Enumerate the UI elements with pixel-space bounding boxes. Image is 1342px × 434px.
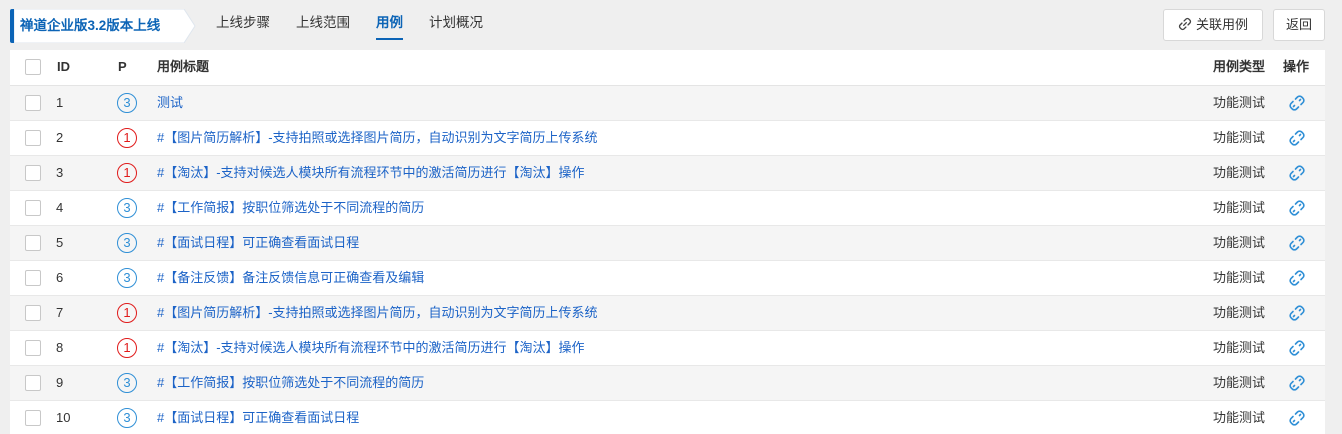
priority-badge: 1 bbox=[117, 338, 137, 358]
row-checkbox[interactable] bbox=[25, 375, 41, 391]
release-title-tag: 禅道企业版3.2版本上线 bbox=[10, 9, 196, 43]
case-type: 功能测试 bbox=[1213, 410, 1266, 425]
case-type: 功能测试 bbox=[1213, 130, 1266, 145]
case-id: 3 bbox=[56, 165, 64, 180]
link-case-label: 关联用例 bbox=[1195, 17, 1248, 32]
row-checkbox[interactable] bbox=[25, 340, 41, 356]
unlink-icon[interactable] bbox=[1288, 269, 1306, 290]
case-title-link[interactable]: #【图片简历解析】-支持拍照或选择图片简历，自动识别为文字简历上传系统 bbox=[157, 121, 598, 155]
tab-steps[interactable]: 上线步骤 bbox=[216, 0, 270, 50]
column-action: 操作 bbox=[1283, 59, 1310, 74]
row-checkbox[interactable] bbox=[25, 235, 41, 251]
unlink-icon[interactable] bbox=[1288, 199, 1306, 220]
column-id[interactable]: ID bbox=[57, 50, 70, 84]
table-row[interactable]: 10 3 #【面试日程】可正确查看面试日程 功能测试 bbox=[10, 401, 1325, 434]
case-id: 5 bbox=[56, 235, 64, 250]
column-priority[interactable]: P bbox=[118, 50, 127, 84]
unlink-icon[interactable] bbox=[1288, 374, 1306, 395]
case-table: ID P 用例标题 用例类型 操作 1 3 测试 功能测试 2 1 #【图片简历解析】-支持… bbox=[10, 50, 1325, 434]
row-checkbox[interactable] bbox=[25, 165, 41, 181]
link-icon bbox=[1178, 17, 1192, 31]
priority-badge: 3 bbox=[117, 233, 137, 253]
table-row[interactable]: 3 1 #【淘汰】-支持对候选人模块所有流程环节中的激活简历进行【淘汰】操作 功能测试 bbox=[10, 156, 1325, 191]
priority-badge: 3 bbox=[117, 373, 137, 393]
row-checkbox[interactable] bbox=[25, 270, 41, 286]
case-type: 功能测试 bbox=[1213, 375, 1266, 390]
tab-plan-overview[interactable]: 计划概况 bbox=[429, 0, 483, 50]
case-title-link[interactable]: 测试 bbox=[157, 86, 183, 120]
priority-badge: 1 bbox=[117, 128, 137, 148]
table-row[interactable]: 8 1 #【淘汰】-支持对候选人模块所有流程环节中的激活简历进行【淘汰】操作 功能测试 bbox=[10, 331, 1325, 366]
unlink-icon[interactable] bbox=[1288, 164, 1306, 185]
release-title: 禅道企业版3.2版本上线 bbox=[20, 18, 161, 33]
table-row[interactable]: 2 1 #【图片简历解析】-支持拍照或选择图片简历，自动识别为文字简历上传系统 功能测… bbox=[10, 121, 1325, 156]
row-checkbox[interactable] bbox=[25, 130, 41, 146]
priority-badge: 3 bbox=[117, 268, 137, 288]
row-checkbox[interactable] bbox=[25, 305, 41, 321]
row-checkbox[interactable] bbox=[25, 200, 41, 216]
select-all-checkbox[interactable] bbox=[25, 59, 41, 75]
priority-badge: 1 bbox=[117, 303, 137, 323]
tab-cases[interactable]: 用例 bbox=[376, 0, 403, 50]
case-type: 功能测试 bbox=[1213, 95, 1266, 110]
case-title-link[interactable]: #【备注反馈】备注反馈信息可正确查看及编辑 bbox=[157, 261, 424, 295]
priority-badge: 3 bbox=[117, 408, 137, 428]
table-header-row: ID P 用例标题 用例类型 操作 bbox=[10, 50, 1325, 86]
case-id: 2 bbox=[56, 130, 64, 145]
priority-badge: 1 bbox=[117, 163, 137, 183]
row-checkbox[interactable] bbox=[25, 410, 41, 426]
back-button[interactable]: 返回 bbox=[1273, 9, 1325, 41]
unlink-icon[interactable] bbox=[1288, 94, 1306, 115]
link-case-button[interactable]: 关联用例 bbox=[1163, 9, 1263, 41]
case-title-link[interactable]: #【淘汰】-支持对候选人模块所有流程环节中的激活简历进行【淘汰】操作 bbox=[157, 156, 585, 190]
table-row[interactable]: 5 3 #【面试日程】可正确查看面试日程 功能测试 bbox=[10, 226, 1325, 261]
unlink-icon[interactable] bbox=[1288, 409, 1306, 430]
case-title-link[interactable]: #【面试日程】可正确查看面试日程 bbox=[157, 401, 359, 434]
case-type: 功能测试 bbox=[1213, 340, 1266, 355]
tab-bar: 上线步骤 上线范围 用例 计划概况 bbox=[216, 0, 509, 50]
case-type: 功能测试 bbox=[1213, 235, 1266, 250]
priority-badge: 3 bbox=[117, 93, 137, 113]
case-type: 功能测试 bbox=[1213, 165, 1266, 180]
table-row[interactable]: 7 1 #【图片简历解析】-支持拍照或选择图片简历，自动识别为文字简历上传系统 功能测… bbox=[10, 296, 1325, 331]
case-title-link[interactable]: #【工作简报】按职位筛选处于不同流程的简历 bbox=[157, 191, 424, 225]
case-id: 6 bbox=[56, 270, 64, 285]
row-checkbox[interactable] bbox=[25, 95, 41, 111]
case-type: 功能测试 bbox=[1213, 270, 1266, 285]
case-id: 8 bbox=[56, 340, 64, 355]
column-type[interactable]: 用例类型 bbox=[1213, 50, 1265, 84]
top-bar: 禅道企业版3.2版本上线 上线步骤 上线范围 用例 计划概况 关联用例 返回 bbox=[0, 0, 1342, 50]
case-id: 4 bbox=[56, 200, 64, 215]
case-title-link[interactable]: #【图片简历解析】-支持拍照或选择图片简历，自动识别为文字简历上传系统 bbox=[157, 296, 598, 330]
unlink-icon[interactable] bbox=[1288, 234, 1306, 255]
case-type: 功能测试 bbox=[1213, 200, 1266, 215]
case-title-link[interactable]: #【面试日程】可正确查看面试日程 bbox=[157, 226, 359, 260]
case-id: 9 bbox=[56, 375, 64, 390]
priority-badge: 3 bbox=[117, 198, 137, 218]
unlink-icon[interactable] bbox=[1288, 339, 1306, 360]
column-title[interactable]: 用例标题 bbox=[157, 50, 209, 84]
case-title-link[interactable]: #【工作简报】按职位筛选处于不同流程的简历 bbox=[157, 366, 424, 400]
case-id: 10 bbox=[56, 410, 71, 425]
case-type: 功能测试 bbox=[1213, 305, 1266, 320]
table-row[interactable]: 1 3 测试 功能测试 bbox=[10, 86, 1325, 121]
unlink-icon[interactable] bbox=[1288, 129, 1306, 150]
table-row[interactable]: 9 3 #【工作简报】按职位筛选处于不同流程的简历 功能测试 bbox=[10, 366, 1325, 401]
tab-scope[interactable]: 上线范围 bbox=[296, 0, 350, 50]
table-row[interactable]: 6 3 #【备注反馈】备注反馈信息可正确查看及编辑 功能测试 bbox=[10, 261, 1325, 296]
table-row[interactable]: 4 3 #【工作简报】按职位筛选处于不同流程的简历 功能测试 bbox=[10, 191, 1325, 226]
case-title-link[interactable]: #【淘汰】-支持对候选人模块所有流程环节中的激活简历进行【淘汰】操作 bbox=[157, 331, 585, 365]
unlink-icon[interactable] bbox=[1288, 304, 1306, 325]
case-id: 7 bbox=[56, 305, 64, 320]
case-id: 1 bbox=[56, 95, 64, 110]
